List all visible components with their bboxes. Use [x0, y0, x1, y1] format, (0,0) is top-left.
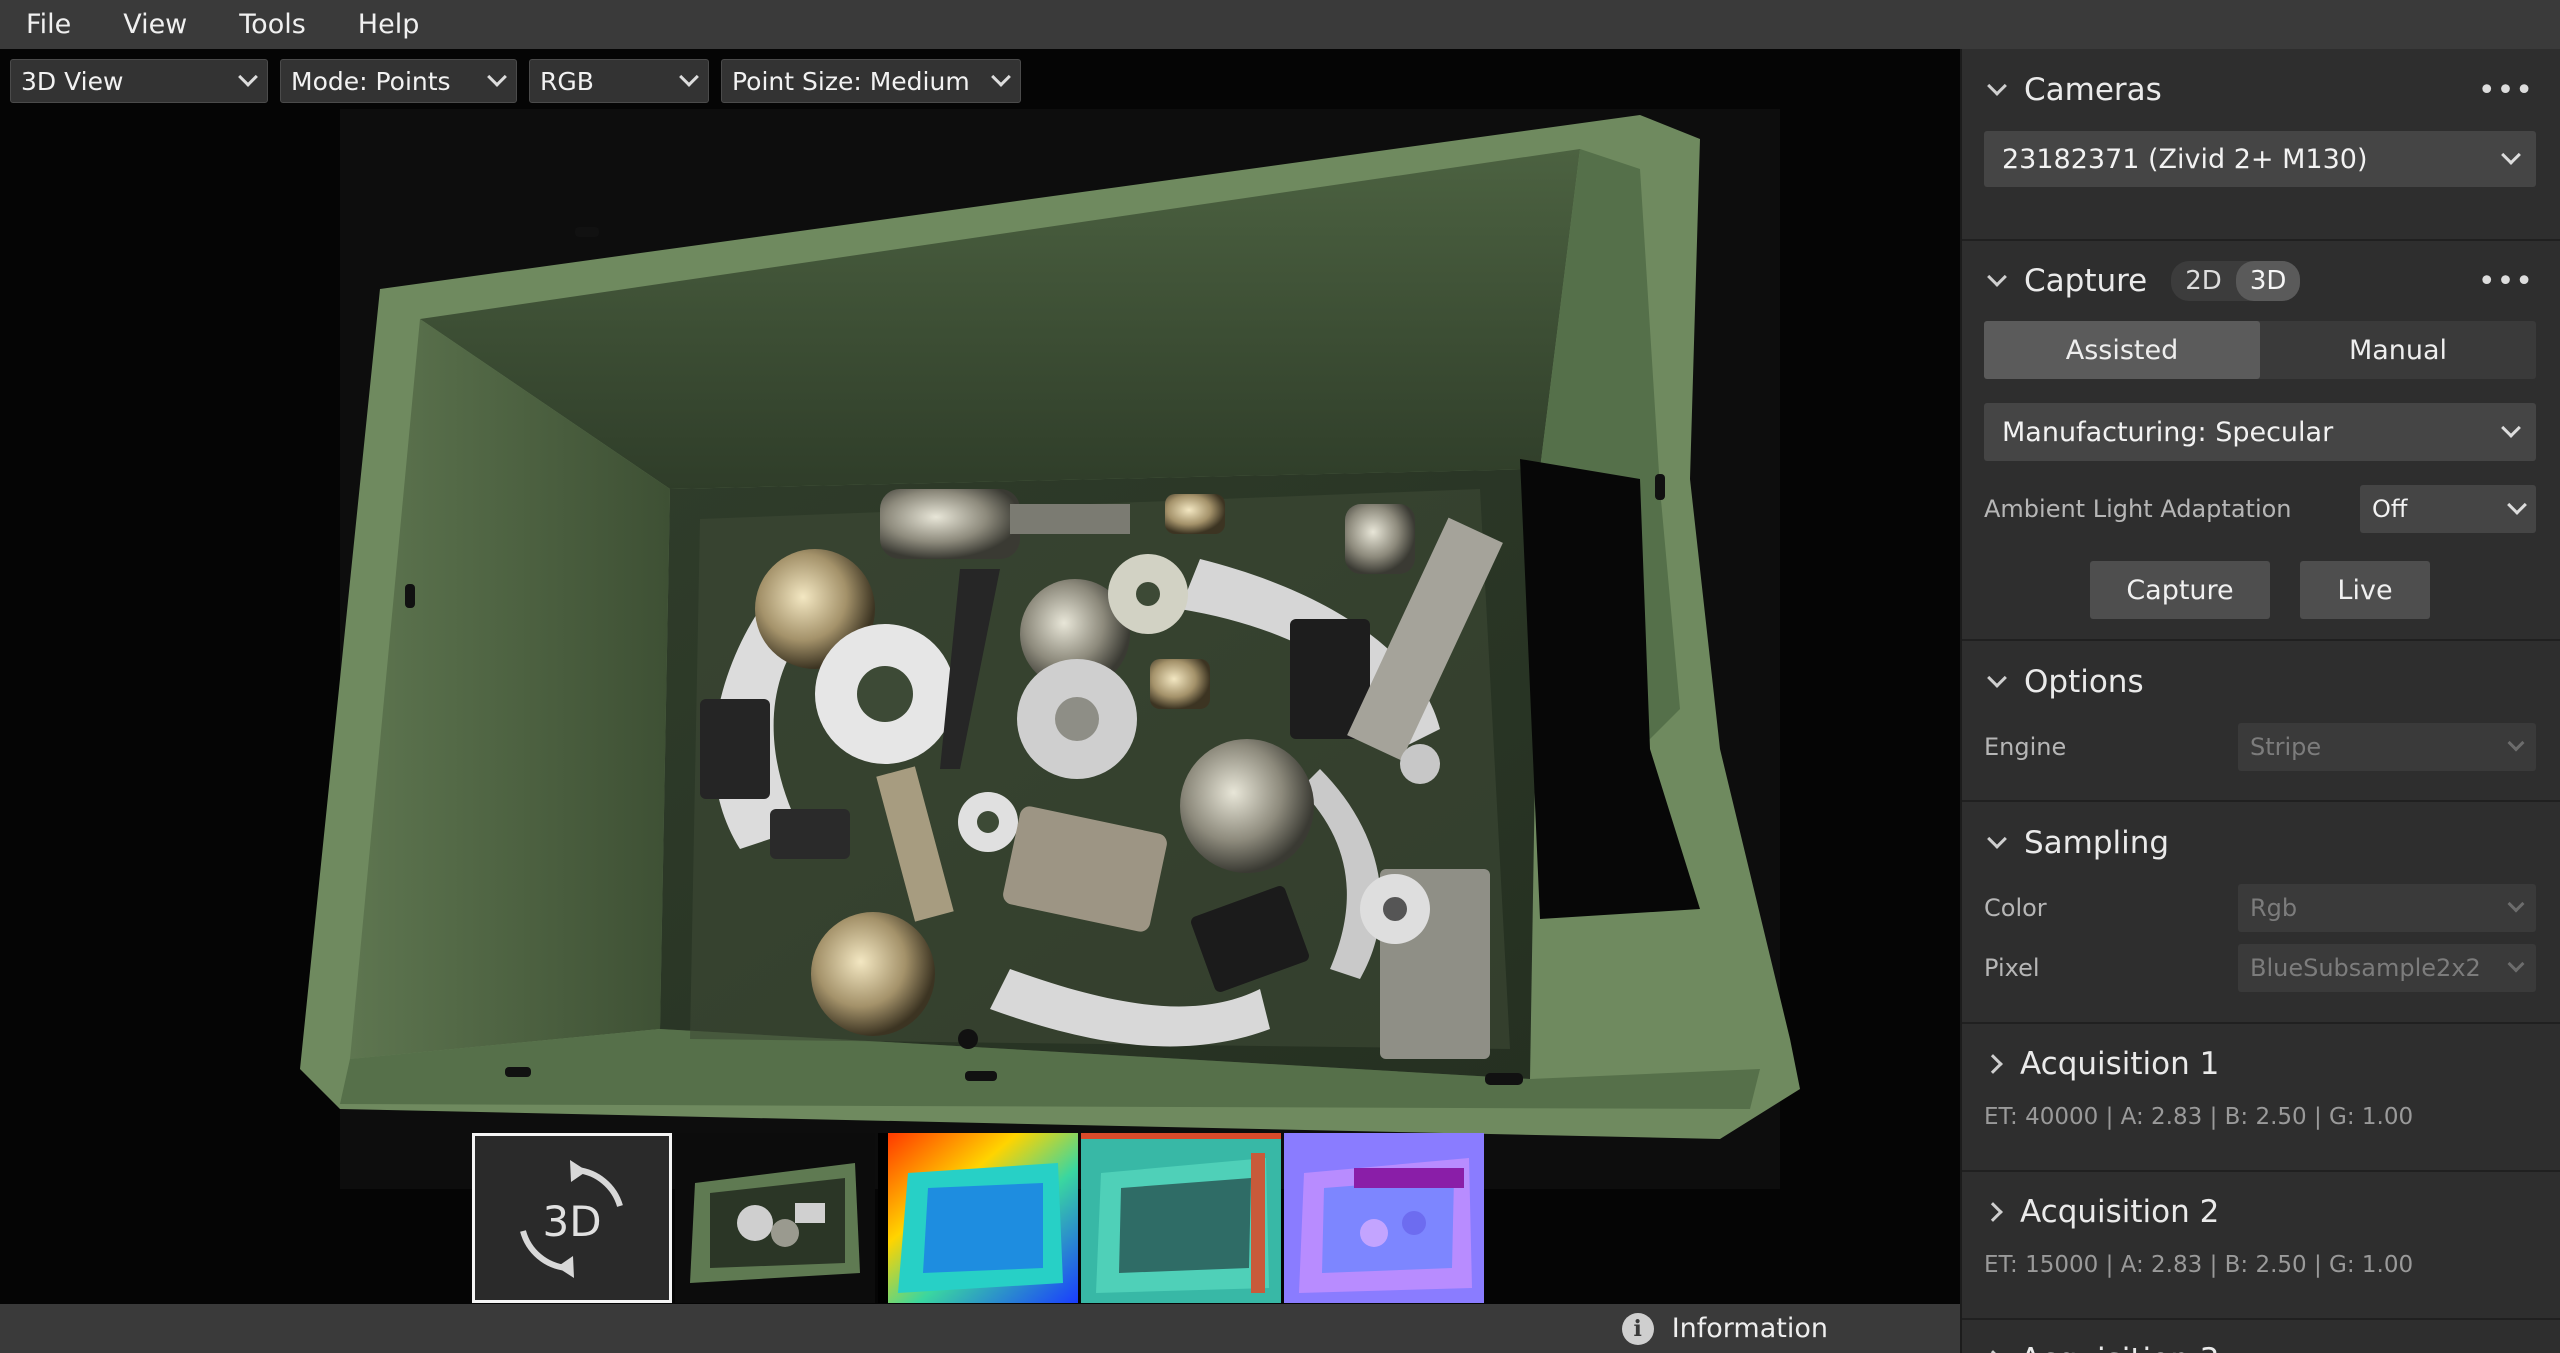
options-section: Options Engine Stripe	[1962, 641, 2560, 802]
assisted-mode-button[interactable]: Assisted	[1984, 321, 2260, 379]
mode-dropdown[interactable]: Mode: Points	[280, 59, 517, 103]
thumbnail-3d-label: 3D	[542, 1197, 601, 1246]
engine-select[interactable]: Stripe	[2238, 723, 2536, 771]
chevron-down-icon	[487, 67, 507, 87]
capture-header[interactable]: Capture 2D 3D •••	[1984, 241, 2536, 321]
view-dropdown-label: 3D View	[21, 66, 124, 96]
status-bar: i Information	[0, 1304, 1960, 1353]
chevron-down-icon	[1987, 829, 2007, 849]
capture-3d-option[interactable]: 3D	[2235, 261, 2301, 301]
options-header[interactable]: Options	[1984, 641, 2536, 723]
menu-file[interactable]: File	[0, 9, 97, 40]
capture-title: Capture	[2024, 263, 2148, 299]
sampling-pixel-row: Pixel BlueSubsample2x2	[1984, 944, 2536, 992]
chevron-down-icon	[2507, 955, 2525, 973]
acquisition-2-header[interactable]: Acquisition 2	[1983, 1172, 2536, 1252]
chevron-down-icon	[2501, 418, 2521, 438]
camera-select[interactable]: 23182371 (Zivid 2+ M130)	[1984, 131, 2536, 187]
chevron-down-icon	[2507, 895, 2525, 913]
ambient-light-row: Ambient Light Adaptation Off	[1984, 485, 2536, 533]
info-icon[interactable]: i	[1621, 1312, 1654, 1345]
more-options-icon[interactable]: •••	[2478, 264, 2534, 299]
sampling-pixel-select[interactable]: BlueSubsample2x2	[2238, 944, 2536, 992]
chevron-down-icon	[1987, 76, 2007, 96]
sampling-section: Sampling Color Rgb Pixel BlueSubsample2x…	[1962, 802, 2560, 1024]
sampling-color-value: Rgb	[2250, 894, 2298, 922]
sampling-color-row: Color Rgb	[1984, 884, 2536, 932]
thumbnail-rgb[interactable]	[675, 1133, 875, 1303]
thumbnail-strip: 3D	[472, 1133, 1484, 1303]
sampling-header[interactable]: Sampling	[1984, 802, 2536, 884]
thumbnail-snr[interactable]	[1081, 1133, 1281, 1303]
ambient-light-value: Off	[2372, 495, 2408, 523]
viewport-toolbar: 3D View Mode: Points RGB Point Size: Med…	[10, 59, 1021, 103]
rotate-3d-icon: 3D	[520, 1160, 623, 1278]
thumbnail-depth[interactable]	[878, 1133, 1078, 1303]
capture-2d-option[interactable]: 2D	[2171, 261, 2236, 301]
more-options-icon[interactable]: •••	[2478, 73, 2534, 108]
view-dropdown[interactable]: 3D View	[10, 59, 268, 103]
point-size-dropdown[interactable]: Point Size: Medium	[721, 59, 1021, 103]
cameras-section: Cameras ••• 23182371 (Zivid 2+ M130)	[1962, 49, 2560, 241]
point-cloud-render[interactable]	[0, 49, 1960, 1304]
chevron-down-icon	[2501, 145, 2521, 165]
color-dropdown[interactable]: RGB	[529, 59, 709, 103]
menu-bar: File View Tools Help	[0, 0, 2560, 49]
ambient-light-select[interactable]: Off	[2360, 485, 2536, 533]
acquisition-1-summary: ET: 40000 | A: 2.83 | B: 2.50 | G: 1.00	[1984, 1104, 2414, 1130]
manual-mode-button[interactable]: Manual	[2260, 321, 2536, 379]
preset-select-value: Manufacturing: Specular	[2002, 416, 2334, 448]
engine-row: Engine Stripe	[1984, 723, 2536, 771]
chevron-down-icon	[991, 67, 1011, 87]
ambient-light-label: Ambient Light Adaptation	[1984, 495, 2292, 523]
acquisition-1-title: Acquisition 1	[2020, 1046, 2220, 1082]
sampling-color-select[interactable]: Rgb	[2238, 884, 2536, 932]
acquisition-3-section: Acquisition 3	[1962, 1320, 2560, 1353]
acquisition-2-summary: ET: 15000 | A: 2.83 | B: 2.50 | G: 1.00	[1984, 1252, 2414, 1278]
capture-section: Capture 2D 3D ••• Assisted Manual Manufa…	[1962, 241, 2560, 641]
live-button[interactable]: Live	[2300, 561, 2430, 619]
capture-button[interactable]: Capture	[2090, 561, 2270, 619]
sampling-pixel-value: BlueSubsample2x2	[2250, 954, 2481, 982]
acquisition-1-header[interactable]: Acquisition 1	[1983, 1024, 2536, 1104]
thumbnail-normals[interactable]	[1284, 1133, 1484, 1303]
point-cloud-viewport[interactable]: 3D View Mode: Points RGB Point Size: Med…	[0, 49, 1960, 1304]
sampling-color-label: Color	[1984, 894, 2047, 922]
cameras-header[interactable]: Cameras •••	[1984, 49, 2536, 131]
acquisition-3-title: Acquisition 3	[2020, 1342, 2219, 1353]
thumbnail-3d[interactable]: 3D	[472, 1133, 672, 1303]
chevron-down-icon	[1987, 668, 2007, 688]
information-label[interactable]: Information	[1672, 1313, 1828, 1344]
mode-dropdown-label: Mode: Points	[291, 66, 451, 96]
acquisition-2-section: Acquisition 2 ET: 15000 | A: 2.83 | B: 2…	[1962, 1172, 2560, 1320]
engine-label: Engine	[1984, 733, 2067, 761]
acquisition-1-section: Acquisition 1 ET: 40000 | A: 2.83 | B: 2…	[1962, 1024, 2560, 1172]
chevron-down-icon	[679, 67, 699, 87]
menu-tools[interactable]: Tools	[213, 9, 332, 40]
color-dropdown-label: RGB	[540, 66, 594, 96]
cameras-title: Cameras	[2024, 72, 2162, 108]
capture-actions: Capture Live	[1984, 561, 2536, 619]
chevron-down-icon	[1987, 267, 2007, 287]
point-size-dropdown-label: Point Size: Medium	[732, 66, 970, 96]
menu-help[interactable]: Help	[332, 9, 446, 40]
engine-value: Stripe	[2250, 733, 2322, 761]
chevron-right-icon	[1983, 1202, 2003, 1222]
camera-select-value: 23182371 (Zivid 2+ M130)	[2002, 143, 2368, 175]
acquisition-3-header[interactable]: Acquisition 3	[1983, 1320, 2536, 1353]
chevron-down-icon	[2507, 495, 2527, 515]
acquisition-2-title: Acquisition 2	[2020, 1194, 2220, 1230]
capture-mode-toggle: Assisted Manual	[1984, 321, 2536, 379]
preset-select[interactable]: Manufacturing: Specular	[1984, 403, 2536, 461]
sampling-pixel-label: Pixel	[1984, 954, 2040, 982]
options-title: Options	[2024, 664, 2144, 700]
sampling-title: Sampling	[2024, 825, 2170, 861]
chevron-right-icon	[1983, 1054, 2003, 1074]
settings-panel: Cameras ••• 23182371 (Zivid 2+ M130) Cap…	[1960, 49, 2560, 1353]
chevron-down-icon	[238, 67, 258, 87]
capture-dimension-toggle: 2D 3D	[2171, 261, 2301, 301]
chevron-down-icon	[2507, 734, 2525, 752]
menu-view[interactable]: View	[97, 9, 213, 40]
